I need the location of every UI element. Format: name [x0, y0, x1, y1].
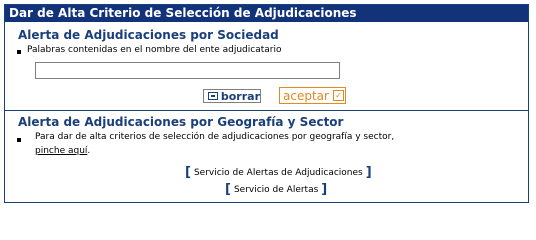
description-text: Para dar de alta criterios de selección …	[35, 132, 395, 142]
geografia-description: Para dar de alta criterios de selección …	[35, 132, 505, 142]
borrar-button[interactable]: borrar	[203, 89, 261, 103]
link-label: Servicio de Alertas	[233, 184, 319, 195]
criteria-panel: Dar de Alta Criterio de Selección de Adj…	[4, 4, 529, 203]
bullet-icon	[17, 50, 21, 54]
geografia-heading: Alerta de Adjudicaciones por Geografía y…	[18, 115, 344, 129]
panel-title: Dar de Alta Criterio de Selección de Adj…	[5, 5, 528, 22]
section-divider	[5, 110, 528, 111]
servicio-alertas-adjudicaciones-link[interactable]: [ Servicio de Alertas de Adjudicaciones …	[185, 165, 372, 180]
palabras-input[interactable]	[35, 62, 340, 79]
field-label: Palabras contenidas en el nombre del ent…	[27, 45, 282, 55]
servicio-alertas-link[interactable]: [ Servicio de Alertas ]	[225, 182, 327, 197]
pinche-aqui-link[interactable]: pinche aquí	[35, 146, 87, 156]
link-suffix: .	[87, 146, 91, 156]
bracket-right-icon: ]	[321, 182, 328, 197]
eraser-icon	[208, 92, 218, 100]
check-icon: ✓	[332, 90, 344, 101]
bracket-right-icon: ]	[365, 165, 372, 180]
link-label: Servicio de Alertas de Adjudicaciones	[193, 167, 363, 178]
bullet-icon	[17, 138, 21, 142]
aceptar-label: aceptar	[283, 88, 329, 103]
pinche-line: pinche aquí.	[35, 146, 90, 156]
borrar-label: borrar	[220, 89, 260, 103]
sociedad-heading: Alerta de Adjudicaciones por Sociedad	[18, 28, 279, 42]
aceptar-button[interactable]: aceptar ✓	[279, 87, 346, 104]
